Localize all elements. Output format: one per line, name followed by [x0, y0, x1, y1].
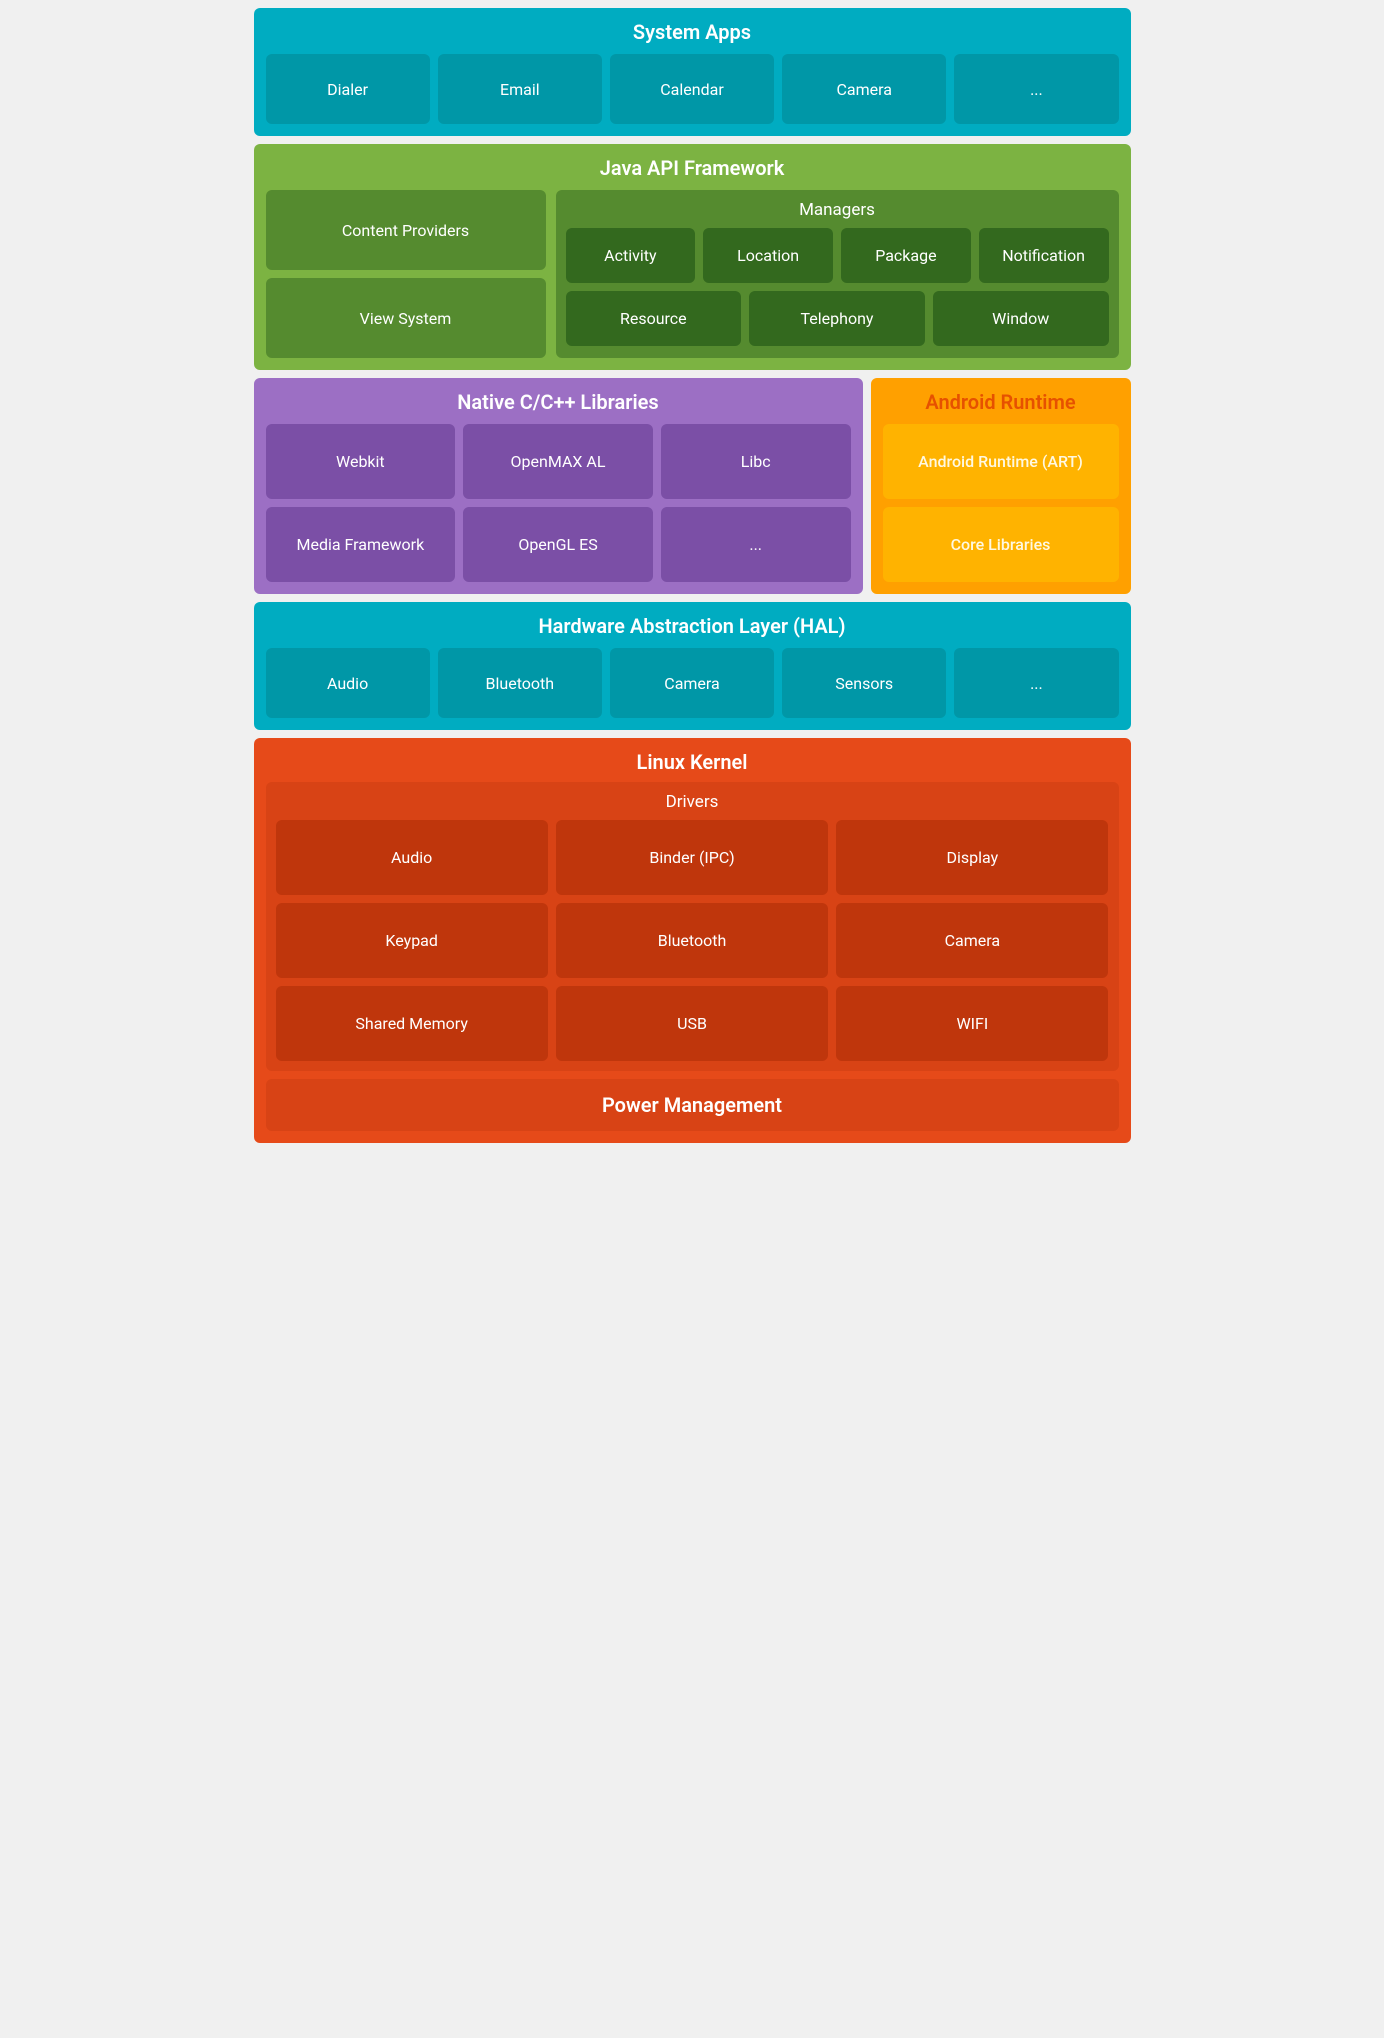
native-more-card: ...	[661, 507, 851, 582]
android-runtime-layer: Android Runtime Android Runtime (ART) Co…	[871, 378, 1131, 594]
wifi-driver-card: WIFI	[836, 986, 1108, 1061]
location-manager-card: Location	[703, 228, 833, 283]
webkit-card: Webkit	[266, 424, 456, 499]
power-management-card: Power Management	[266, 1079, 1119, 1131]
drivers-grid: Audio Binder (IPC) Display Keypad Blueto…	[276, 820, 1109, 1061]
bluetooth-driver-card: Bluetooth	[556, 903, 828, 978]
opengl-card: OpenGL ES	[463, 507, 653, 582]
hal-more-card: ...	[954, 648, 1118, 718]
java-api-inner: Content Providers View System Managers A…	[266, 190, 1119, 358]
notification-manager-card: Notification	[979, 228, 1109, 283]
calendar-card: Calendar	[610, 54, 774, 124]
java-api-layer: Java API Framework Content Providers Vie…	[254, 144, 1131, 370]
drivers-title: Drivers	[276, 792, 1109, 812]
email-card: Email	[438, 54, 602, 124]
hal-camera-card: Camera	[610, 648, 774, 718]
java-api-right: Managers Activity Location Package Notif…	[556, 190, 1119, 358]
resource-manager-card: Resource	[566, 291, 742, 346]
view-system-card: View System	[266, 278, 546, 358]
window-manager-card: Window	[933, 291, 1109, 346]
camera-card: Camera	[782, 54, 946, 124]
media-framework-card: Media Framework	[266, 507, 456, 582]
hal-title: Hardware Abstraction Layer (HAL)	[266, 614, 1119, 638]
openmax-card: OpenMAX AL	[463, 424, 653, 499]
camera-driver-card: Camera	[836, 903, 1108, 978]
display-driver-card: Display	[836, 820, 1108, 895]
managers-title: Managers	[566, 200, 1109, 220]
native-runtime-row: Native C/C++ Libraries Webkit OpenMAX AL…	[254, 378, 1131, 594]
usb-driver-card: USB	[556, 986, 828, 1061]
android-runtime-title: Android Runtime	[883, 390, 1119, 414]
binder-driver-card: Binder (IPC)	[556, 820, 828, 895]
managers-row-2: Resource Telephony Window	[566, 291, 1109, 346]
libc-card: Libc	[661, 424, 851, 499]
native-title: Native C/C++ Libraries	[266, 390, 851, 414]
java-api-left: Content Providers View System	[266, 190, 546, 358]
linux-kernel-layer: Linux Kernel Drivers Audio Binder (IPC) …	[254, 738, 1131, 1143]
drivers-row-1: Audio Binder (IPC) Display	[276, 820, 1109, 895]
package-manager-card: Package	[841, 228, 971, 283]
managers-row-1: Activity Location Package Notification	[566, 228, 1109, 283]
linux-title: Linux Kernel	[266, 750, 1119, 774]
keypad-driver-card: Keypad	[276, 903, 548, 978]
system-apps-title: System Apps	[266, 20, 1119, 44]
shared-memory-driver-card: Shared Memory	[276, 986, 548, 1061]
core-libraries-card: Core Libraries	[883, 507, 1119, 582]
drivers-row-3: Shared Memory USB WIFI	[276, 986, 1109, 1061]
system-apps-cards: Dialer Email Calendar Camera ...	[266, 54, 1119, 124]
hal-layer: Hardware Abstraction Layer (HAL) Audio B…	[254, 602, 1131, 730]
hal-cards: Audio Bluetooth Camera Sensors ...	[266, 648, 1119, 718]
activity-manager-card: Activity	[566, 228, 696, 283]
hal-bluetooth-card: Bluetooth	[438, 648, 602, 718]
native-libraries-layer: Native C/C++ Libraries Webkit OpenMAX AL…	[254, 378, 863, 594]
system-apps-layer: System Apps Dialer Email Calendar Camera…	[254, 8, 1131, 136]
drivers-row-2: Keypad Bluetooth Camera	[276, 903, 1109, 978]
audio-driver-card: Audio	[276, 820, 548, 895]
more-card: ...	[954, 54, 1118, 124]
telephony-manager-card: Telephony	[749, 291, 925, 346]
drivers-section: Drivers Audio Binder (IPC) Display Keypa…	[266, 782, 1119, 1071]
native-row-2: Media Framework OpenGL ES ...	[266, 507, 851, 582]
art-card: Android Runtime (ART)	[883, 424, 1119, 499]
content-providers-card: Content Providers	[266, 190, 546, 270]
hal-sensors-card: Sensors	[782, 648, 946, 718]
native-grid: Webkit OpenMAX AL Libc Media Framework O…	[266, 424, 851, 582]
native-row-1: Webkit OpenMAX AL Libc	[266, 424, 851, 499]
dialer-card: Dialer	[266, 54, 430, 124]
hal-audio-card: Audio	[266, 648, 430, 718]
managers-grid: Activity Location Package Notification R…	[566, 228, 1109, 346]
java-api-title: Java API Framework	[266, 156, 1119, 180]
